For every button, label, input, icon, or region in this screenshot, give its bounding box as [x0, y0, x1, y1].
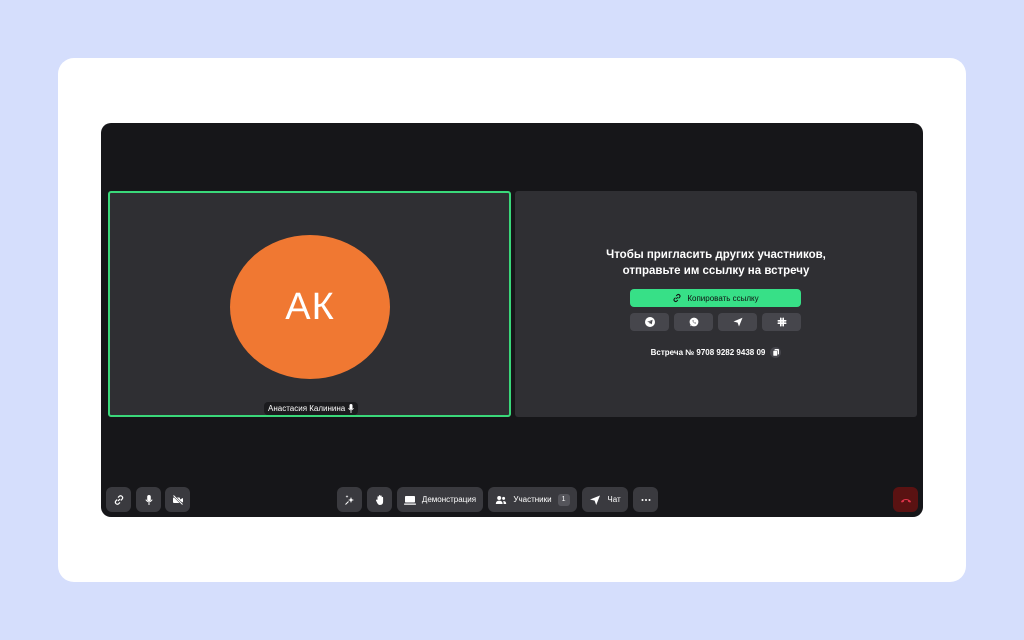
participants-button[interactable]: Участники 1: [488, 487, 577, 512]
camera-off-icon: [172, 494, 183, 505]
send-icon: [733, 317, 742, 327]
link-icon: [673, 294, 681, 302]
hand-icon: [375, 494, 383, 505]
raise-hand-button[interactable]: [367, 487, 392, 512]
slack-icon: [777, 317, 786, 327]
chat-label: Чат: [607, 495, 621, 504]
copy-meeting-number-button[interactable]: [770, 347, 782, 358]
effects-button[interactable]: [337, 487, 362, 512]
send-icon: [590, 495, 601, 505]
telegram-icon: [644, 317, 655, 327]
share-buttons: [630, 313, 801, 331]
invite-message-line2: отправьте им ссылку на встречу: [622, 265, 810, 277]
more-button[interactable]: [633, 487, 658, 512]
participant-name: Анастасия Калинина: [268, 404, 346, 413]
copy-link-button[interactable]: Копировать ссылку: [630, 289, 801, 307]
camera-toggle-button[interactable]: [165, 487, 190, 512]
participant-tile[interactable]: АК Анастасия Калинина: [108, 191, 511, 417]
participant-name-tag: Анастасия Калинина: [264, 402, 359, 415]
microphone-toggle-button[interactable]: [136, 487, 161, 512]
sparkles-icon: [344, 494, 354, 505]
more-icon: [641, 498, 650, 501]
share-send-button[interactable]: [718, 313, 757, 331]
whatsapp-icon: [689, 317, 698, 327]
participants-label: Участники: [513, 495, 552, 504]
invite-panel: Чтобы пригласить других участников, отпр…: [515, 191, 917, 417]
screen-share-button[interactable]: Демонстрация: [397, 487, 483, 512]
copy-link-label: Копировать ссылку: [687, 293, 759, 303]
avatar-initials: АК: [285, 285, 335, 328]
screen-share-label: Демонстрация: [421, 495, 477, 504]
video-call-window: АК Анастасия Калинина Чтобы пригласить д…: [101, 123, 923, 517]
avatar: АК: [230, 235, 390, 379]
share-telegram-button[interactable]: [630, 313, 669, 331]
meeting-number-text: Встреча № 9708 9282 9438 09: [650, 348, 766, 357]
invite-message-line1: Чтобы пригласить других участников,: [606, 249, 826, 261]
link-icon: [114, 494, 123, 505]
participants-icon: [496, 495, 507, 504]
microphone-icon: [144, 494, 153, 505]
screen-share-icon: [403, 495, 416, 505]
participants-count-badge: 1: [557, 493, 570, 506]
microphone-icon: [348, 404, 355, 413]
share-slack-button[interactable]: [762, 313, 801, 331]
copy-icon: [772, 349, 779, 356]
copy-link-toolbar-button[interactable]: [106, 487, 131, 512]
invite-message: Чтобы пригласить других участников, отпр…: [515, 247, 917, 279]
share-whatsapp-button[interactable]: [674, 313, 713, 331]
hang-up-icon: [900, 498, 911, 503]
end-call-button[interactable]: [893, 487, 918, 512]
chat-button[interactable]: Чат: [582, 487, 628, 512]
meeting-number: Встреча № 9708 9282 9438 09: [515, 347, 917, 358]
